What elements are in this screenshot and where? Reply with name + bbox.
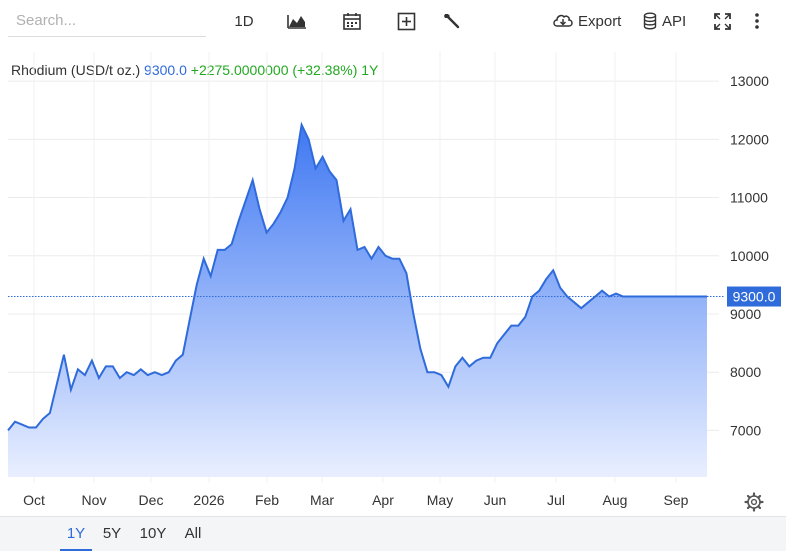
x-tick-label: Jul — [547, 492, 565, 508]
x-tick-label: Jun — [484, 492, 507, 508]
x-tick-label: May — [427, 492, 453, 508]
export-button[interactable]: Export — [552, 10, 624, 32]
search-box — [8, 6, 206, 37]
y-tick-label: 8000 — [730, 364, 761, 380]
chart-toolbar: 1D Export API — [0, 0, 786, 44]
interval-button[interactable]: 1D — [232, 10, 256, 32]
y-tick-label: 13000 — [730, 73, 769, 89]
y-tick-label: 10000 — [730, 248, 769, 264]
y-tick-label: 12000 — [730, 131, 769, 147]
range-all-button[interactable]: All — [176, 517, 210, 549]
x-tick-label: Sep — [664, 492, 689, 508]
fullscreen-icon[interactable] — [711, 10, 733, 32]
x-tick-label: Feb — [255, 492, 279, 508]
y-tick-label: 9000 — [730, 306, 761, 322]
price-badge: 9300.0 — [727, 286, 781, 307]
cloud-download-icon — [553, 14, 573, 27]
x-tick-label: 2026 — [193, 492, 224, 508]
database-icon — [643, 12, 657, 30]
y-tick-label: 7000 — [730, 422, 761, 438]
export-label: Export — [578, 12, 622, 30]
price-badge-label: 9300.0 — [733, 289, 776, 305]
search-input[interactable] — [8, 6, 206, 34]
x-tick-label: Dec — [139, 492, 164, 508]
x-tick-label: Oct — [23, 492, 45, 508]
chart-type-icon[interactable] — [286, 10, 308, 32]
price-area — [8, 124, 707, 478]
range-10y-button[interactable]: 10Y — [134, 517, 172, 549]
add-indicator-icon[interactable] — [395, 10, 417, 32]
api-label: API — [662, 12, 687, 30]
x-tick-label: Nov — [82, 492, 107, 508]
price-chart[interactable]: 7000 8000 9000 10000 11000 12000 13000 Oct Nov D… — [0, 44, 786, 516]
x-tick-label: Mar — [310, 492, 334, 508]
y-tick-label: 11000 — [730, 190, 768, 206]
more-vert-icon[interactable] — [750, 10, 764, 32]
range-selector: 1Y 5Y 10Y All — [0, 516, 786, 551]
x-tick-label: Apr — [372, 492, 394, 508]
wrench-icon[interactable] — [440, 10, 462, 32]
range-1y-button[interactable]: 1Y — [60, 517, 92, 551]
api-button[interactable]: API — [643, 10, 691, 32]
range-5y-button[interactable]: 5Y — [96, 517, 128, 549]
gear-icon[interactable] — [744, 492, 764, 512]
x-tick-label: Aug — [603, 492, 628, 508]
calendar-icon[interactable] — [341, 10, 363, 32]
